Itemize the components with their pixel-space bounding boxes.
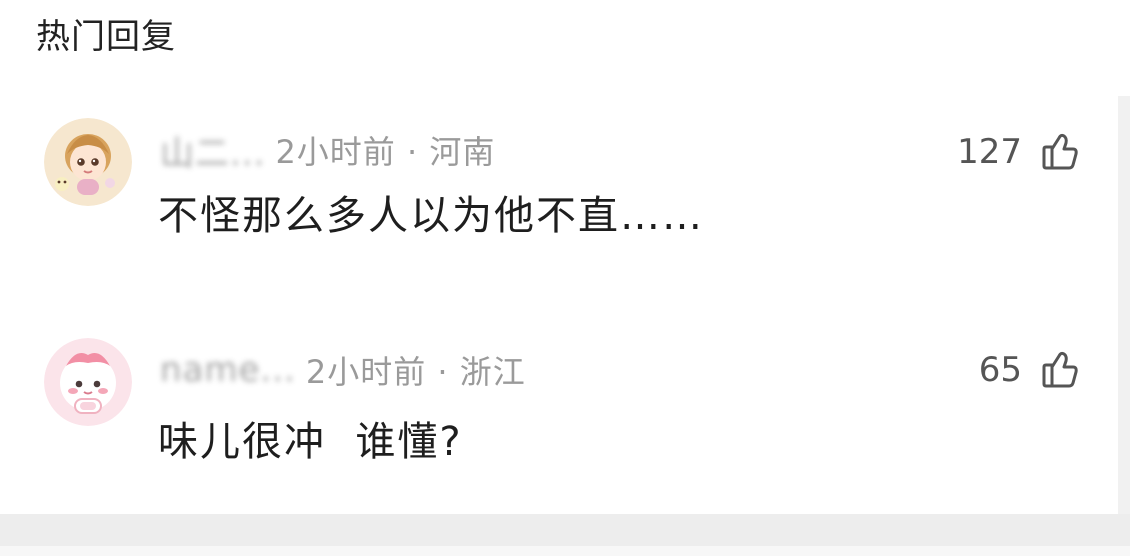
comment-meta: 山二... 2小时前 · 河南 <box>160 130 496 174</box>
bottom-background <box>0 546 1130 556</box>
right-divider <box>1118 96 1130 514</box>
like-button[interactable]: 127 <box>957 128 1082 176</box>
like-count: 65 <box>978 350 1022 390</box>
pink-character-avatar-icon <box>44 338 132 426</box>
like-count: 127 <box>957 132 1022 172</box>
user-avatar[interactable] <box>44 118 132 206</box>
comment-item: name... 2小时前 · 浙江 味儿很冲 谁懂? 65 <box>0 336 1118 486</box>
comment-item: 山二... 2小时前 · 河南 不怪那么多人以为他不直…… 127 <box>0 118 1118 268</box>
bottom-separator <box>0 514 1130 546</box>
comment-time-location: 2小时前 · 浙江 <box>305 353 526 391</box>
comment-username[interactable]: name... <box>160 350 296 390</box>
comment-text: 味儿很冲 谁懂? <box>158 419 463 465</box>
anime-girl-avatar-icon <box>44 118 132 206</box>
thumbs-up-icon <box>1042 133 1078 170</box>
comment-meta: name... 2小时前 · 浙江 <box>160 350 526 391</box>
thumbs-up-icon <box>1042 351 1078 388</box>
comment-time-location: 2小时前 · 河南 <box>275 133 496 171</box>
comment-text: 不怪那么多人以为他不直…… <box>158 193 704 239</box>
user-avatar[interactable] <box>44 338 132 426</box>
section-title: 热门回复 <box>36 17 176 57</box>
like-button[interactable]: 65 <box>979 346 1082 394</box>
comment-username[interactable]: 山二... <box>160 126 265 175</box>
